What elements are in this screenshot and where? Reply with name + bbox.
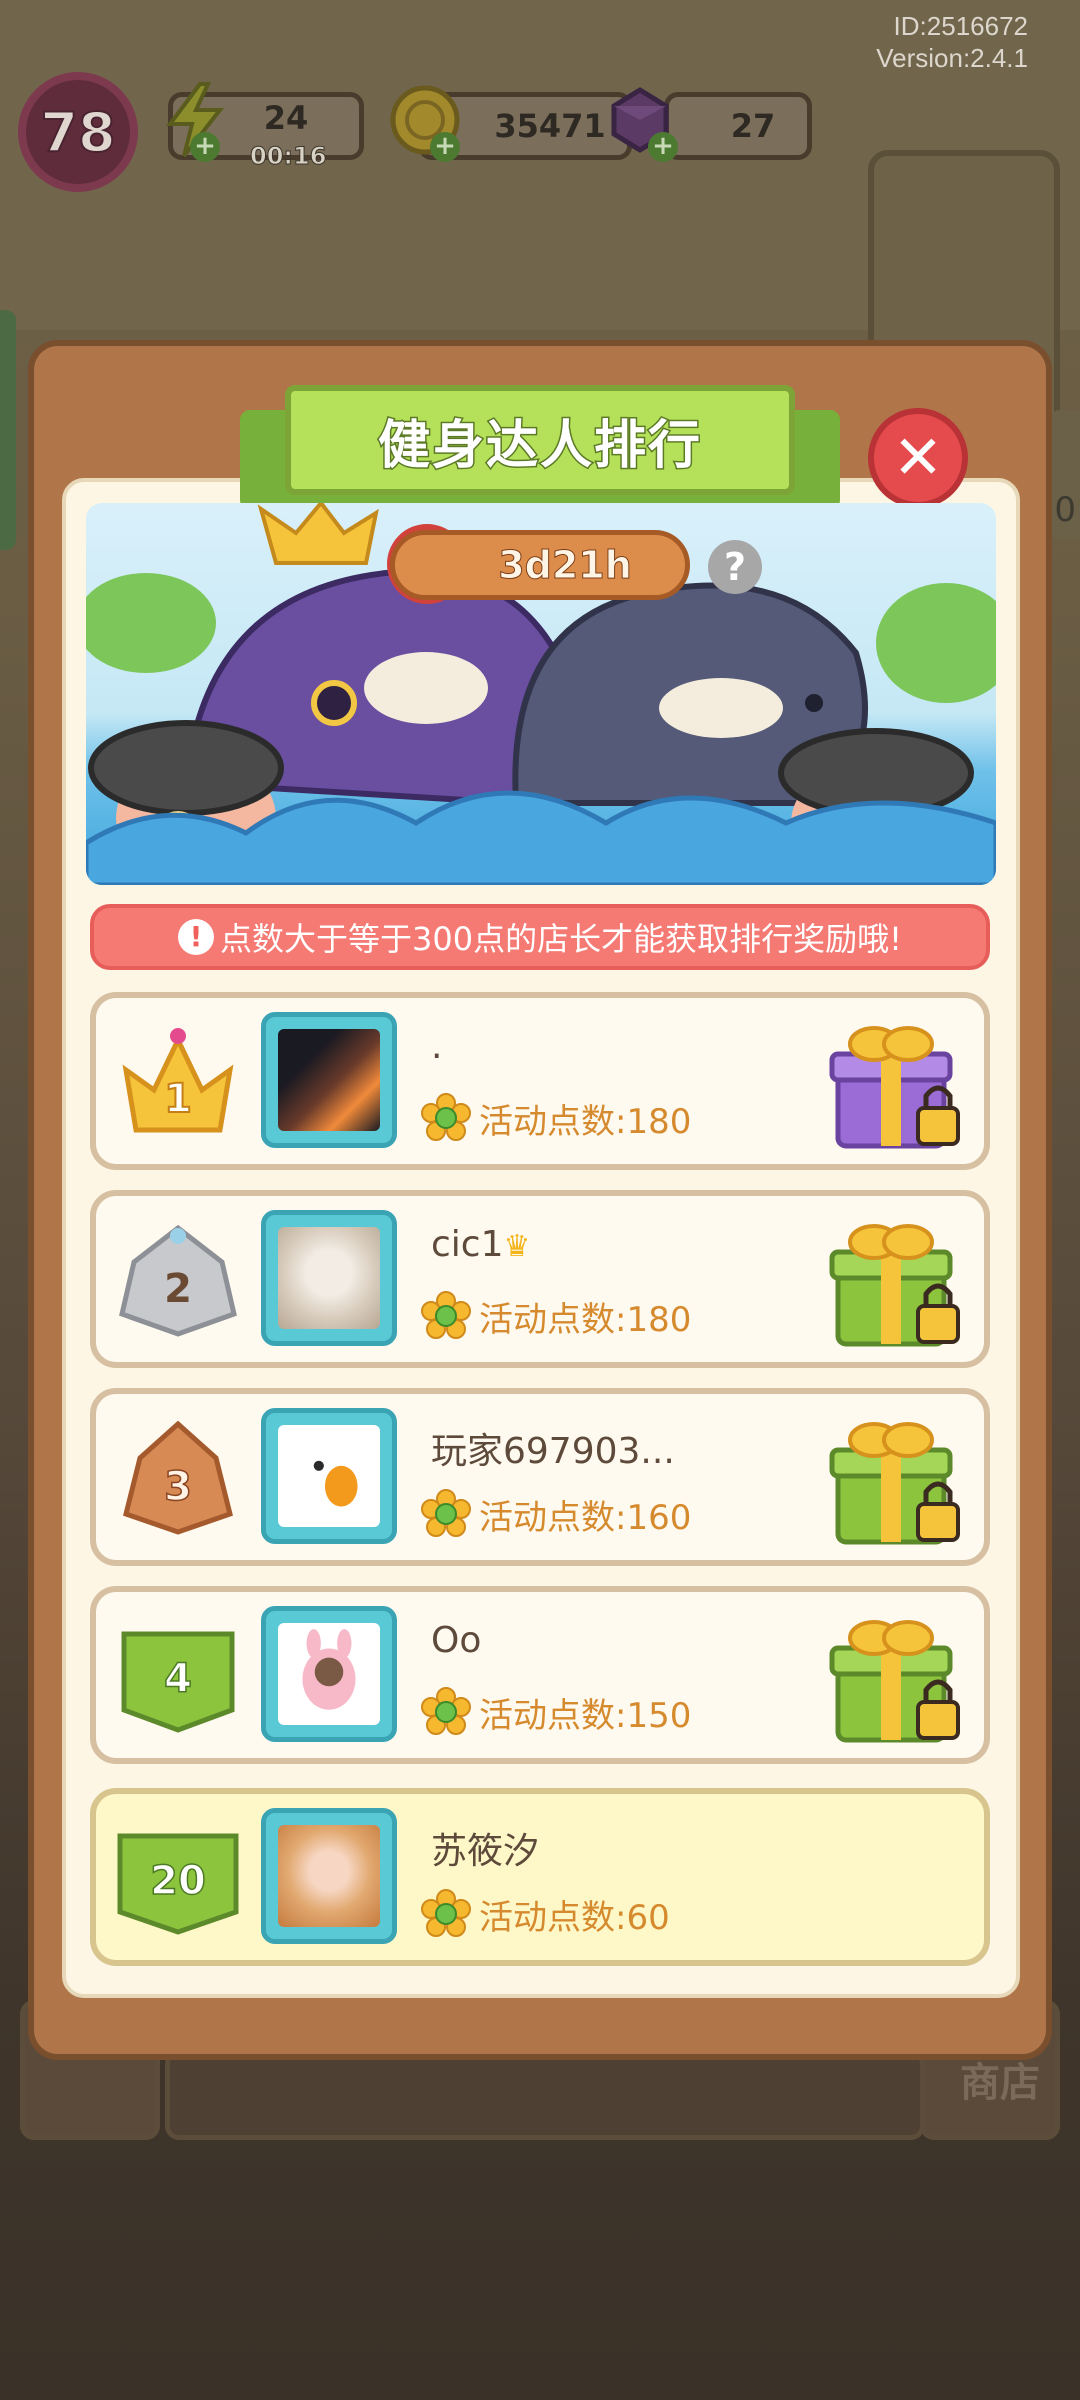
flower-icon <box>421 1889 471 1937</box>
player-id: ID:2516672 <box>893 11 1028 41</box>
left-side-tab[interactable] <box>0 310 16 550</box>
player-name: 玩家697903... <box>431 1431 675 1472</box>
bronze-rank-icon: 3 <box>123 1420 233 1535</box>
player-name: 苏筱汐 <box>431 1831 540 1872</box>
green-rank-tag-icon: 20 <box>117 1833 239 1935</box>
points-row: 活动点数:60 <box>421 1889 670 1939</box>
avatar-image <box>278 1825 380 1927</box>
points-row: 活动点数:150 <box>421 1687 691 1737</box>
activity-points: 活动点数:180 <box>479 1101 692 1142</box>
warning-icon: ! <box>178 919 215 955</box>
flower-icon <box>421 1687 471 1735</box>
green-rank-tag-icon: 4 <box>121 1631 235 1733</box>
help-icon[interactable]: ? <box>708 540 762 594</box>
coins-value: 35471 <box>494 107 606 145</box>
reward-notice: ! 点数大于等于300点的店长才能获取排行奖励哦! <box>90 904 990 970</box>
locked-green-gift-icon[interactable] <box>826 1602 966 1752</box>
player-name: Oo <box>431 1620 482 1661</box>
avatar-image <box>278 1029 380 1131</box>
avatar[interactable] <box>261 1408 397 1544</box>
avatar[interactable] <box>261 1606 397 1742</box>
countdown-value: 3d21h <box>498 543 633 588</box>
energy-timer: 00:16 <box>249 142 327 171</box>
points-row: 活动点数:160 <box>421 1489 691 1539</box>
points-row: 活动点数:180 <box>421 1093 691 1143</box>
level-badge[interactable]: 78 <box>18 72 138 192</box>
gems-value: 27 <box>730 107 776 145</box>
add-energy-icon[interactable]: + <box>190 132 220 162</box>
vip-crown-icon: ♛ <box>503 1229 531 1264</box>
bottom-bar <box>165 2050 925 2140</box>
avatar[interactable] <box>261 1210 397 1346</box>
player-name: . <box>431 1026 443 1067</box>
rank-number: 2 <box>164 1266 192 1312</box>
title-ribbon: 健身达人排行 <box>285 385 795 495</box>
activity-points: 活动点数:180 <box>479 1299 692 1340</box>
avatar[interactable] <box>261 1012 397 1148</box>
avatar-image <box>278 1227 380 1329</box>
avatar[interactable] <box>261 1808 397 1944</box>
rank-row-1[interactable]: 1 . 活动点数:180 <box>90 992 990 1170</box>
points-row: 活动点数:180 <box>421 1291 691 1341</box>
locked-purple-gift-icon[interactable] <box>826 1008 966 1158</box>
rank-number: 20 <box>150 1858 206 1904</box>
flower-icon <box>421 1291 471 1339</box>
energy-value: 24 <box>263 99 309 137</box>
activity-points: 活动点数:160 <box>479 1497 692 1538</box>
rank-row-4[interactable]: 4 Oo 活动点数:150 <box>90 1586 990 1764</box>
close-icon: ✕ <box>892 423 944 493</box>
rank-number: 4 <box>164 1656 192 1702</box>
gems-counter[interactable]: 27 <box>664 92 812 160</box>
rank-row-3[interactable]: 3 玩家697903... 活动点数:160 <box>90 1388 990 1566</box>
add-gems-icon[interactable]: + <box>648 132 678 162</box>
avatar-image <box>278 1425 380 1527</box>
level-value: 78 <box>39 100 116 165</box>
countdown-timer: 3d21h <box>390 530 690 600</box>
locked-green-gift-icon[interactable] <box>826 1404 966 1554</box>
popup-title: 健身达人排行 <box>376 414 702 477</box>
add-coins-icon[interactable]: + <box>430 132 460 162</box>
gold-crown-rank-icon: 1 <box>122 1028 234 1133</box>
app-version: Version:2.4.1 <box>876 43 1028 73</box>
silver-rank-icon: 2 <box>119 1224 237 1337</box>
rank-row-2[interactable]: 2 cic1♛ 活动点数:180 <box>90 1190 990 1368</box>
flower-icon <box>421 1093 471 1141</box>
player-name-text: cic1 <box>431 1224 504 1265</box>
locked-green-gift-icon[interactable] <box>826 1206 966 1356</box>
player-name: cic1♛ <box>431 1224 530 1265</box>
activity-points: 活动点数:60 <box>479 1897 670 1938</box>
rank-number: 1 <box>164 1076 192 1122</box>
avatar-image <box>278 1623 380 1725</box>
close-button[interactable]: ✕ <box>868 408 968 508</box>
rank-number: 3 <box>164 1464 192 1510</box>
id-version-text: ID:2516672 Version:2.4.1 <box>876 10 1028 74</box>
activity-points: 活动点数:150 <box>479 1695 692 1736</box>
notice-text: 点数大于等于300点的店长才能获取排行奖励哦! <box>220 920 902 958</box>
flower-icon <box>421 1489 471 1537</box>
my-rank-row[interactable]: 20 苏筱汐 活动点数:60 <box>90 1788 990 1966</box>
